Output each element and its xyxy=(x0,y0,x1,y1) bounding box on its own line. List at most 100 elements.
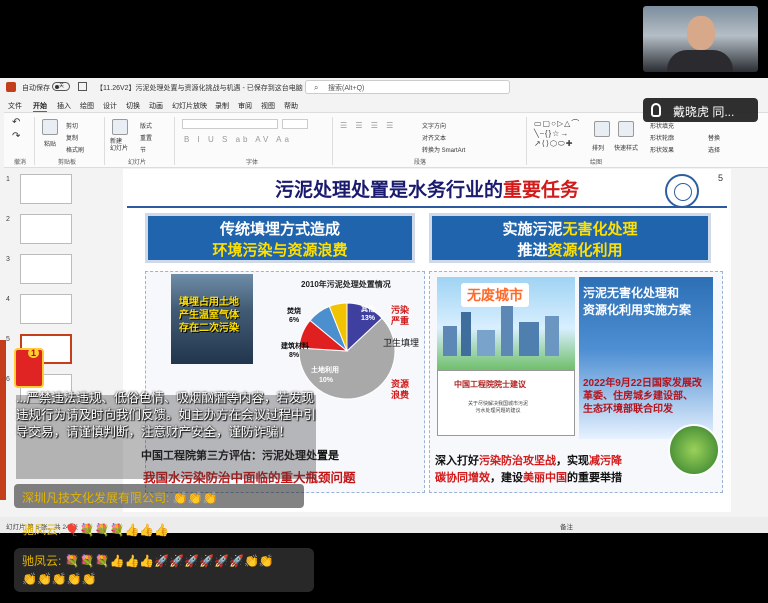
section-button[interactable]: 节 xyxy=(140,145,146,154)
menu-design[interactable]: 设计 xyxy=(103,101,117,111)
menu-animations[interactable]: 动画 xyxy=(149,101,163,111)
arrange-icon[interactable] xyxy=(594,121,610,137)
presenter-video[interactable] xyxy=(643,6,758,72)
separator xyxy=(526,117,527,165)
paragraph-buttons[interactable]: ☰ ☰ ☰ ☰ xyxy=(340,121,396,130)
paste-icon[interactable] xyxy=(42,119,58,135)
menu-review[interactable]: 审阅 xyxy=(238,101,252,111)
shape-fill-button[interactable]: 形状填充 xyxy=(650,121,674,130)
menu-view[interactable]: 视图 xyxy=(261,101,275,111)
measures-highlight: 减污降 xyxy=(589,455,622,467)
group-drawing: 绘图 xyxy=(590,160,603,166)
thumb-number: 6 xyxy=(6,376,10,383)
smartart-button[interactable]: 转换为 SmartArt xyxy=(422,145,465,154)
quick-styles-icon[interactable] xyxy=(618,121,634,137)
font-format-buttons[interactable]: B I U S ab AV Aa xyxy=(184,135,292,144)
thumb-number: 5 xyxy=(6,336,10,343)
building-graphic xyxy=(501,306,513,356)
layout-button[interactable]: 版式 xyxy=(140,121,152,130)
thumb-number: 4 xyxy=(6,296,10,303)
cae-report-document: 中国工程院院士建议 关于尽快解决我国城市污泥 污水处理问题的建议 xyxy=(437,370,575,436)
search-box[interactable]: ⌕ 搜索(Alt+Q) xyxy=(305,80,510,94)
select-button[interactable]: 选择 xyxy=(708,145,720,154)
slice-pct-other: 13% xyxy=(361,315,376,322)
shape-outline-button[interactable]: 形状轮廓 xyxy=(650,133,674,142)
menu-record[interactable]: 录制 xyxy=(215,101,229,111)
comment-user: 驰凤云: xyxy=(22,554,62,568)
screen: 自动保存 关 【11.26V2】污泥处理处置与资源化挑战与机遇 - 已保存到这台… xyxy=(0,0,768,603)
save-icon[interactable] xyxy=(78,82,87,91)
right-header-line1: 实施污泥无害化处理 xyxy=(432,219,708,240)
slide-thumbnail[interactable] xyxy=(20,294,72,324)
group-clipboard: 剪贴板 xyxy=(58,160,77,166)
reset-button[interactable]: 重置 xyxy=(140,133,152,142)
presenter-name-badge: 戴晓虎 同... xyxy=(643,98,758,122)
left-header-line2: 环境污染与资源浪费 xyxy=(212,242,348,259)
separator xyxy=(174,117,175,165)
shapes-gallery[interactable]: ▭▢○▷△⌒ ╲⎯{}☆→ ↗⟨⟩⬡⬭✚ xyxy=(534,119,586,153)
menu-insert[interactable]: 插入 xyxy=(57,101,71,111)
slide-number: 5 xyxy=(717,173,723,183)
undo-icon[interactable]: ↶ xyxy=(12,117,20,128)
presenter-body xyxy=(667,50,733,72)
measures-text-part: 深入打好 xyxy=(435,455,479,467)
format-painter-button[interactable]: 格式刷 xyxy=(66,145,84,154)
slide-thumbnail[interactable] xyxy=(20,214,72,244)
red-packet-icon[interactable]: 1 xyxy=(14,348,44,388)
building-graphic xyxy=(477,330,495,356)
photo-caption: 填埋占用土地 产生温室气体 存在二次污染 xyxy=(179,297,239,334)
measures-text-part: ，建设 xyxy=(490,472,523,484)
replace-button[interactable]: 替换 xyxy=(708,133,720,142)
slice-label-landfill: 卫生填埋 xyxy=(383,337,419,348)
chat-comment: 驰凤云: 🎈💐💐💐👍👍👍 xyxy=(14,516,254,540)
menu-draw[interactable]: 绘图 xyxy=(80,101,94,111)
menu-help[interactable]: 帮助 xyxy=(284,101,298,111)
report-title: 中国工程院院士建议 xyxy=(454,380,526,389)
text-direction-button[interactable]: 文字方向 xyxy=(422,121,446,130)
new-slide-button[interactable]: 新建 幻灯片 xyxy=(110,139,128,153)
copy-button[interactable]: 复制 xyxy=(66,133,78,142)
quick-styles-button[interactable]: 快速样式 xyxy=(614,143,638,152)
title-bar: 自动保存 关 【11.26V2】污泥处理处置与资源化挑战与机遇 - 已保存到这台… xyxy=(0,78,768,96)
building-graphic xyxy=(545,316,559,356)
report-subtitle: 关于尽快解决我国城市污泥 污水处理问题的建议 xyxy=(468,401,529,414)
menu-transitions[interactable]: 切换 xyxy=(126,101,140,111)
slide-thumbnail[interactable] xyxy=(20,254,72,284)
presenter-head xyxy=(687,16,715,50)
red-packet-count: 1 xyxy=(28,348,40,358)
notes-button[interactable]: 备注 xyxy=(560,521,573,531)
presenter-name: 戴晓虎 同... xyxy=(673,105,735,119)
annotation-pollution-1: 污染 xyxy=(391,304,410,315)
building-graphic xyxy=(443,326,457,356)
autosave-toggle[interactable]: 关 xyxy=(52,82,70,91)
font-family-select[interactable] xyxy=(182,119,278,129)
measures-line1: 深入打好污染防治攻坚战，实现减污降 xyxy=(435,453,725,470)
redo-icon[interactable]: ↷ xyxy=(12,131,20,142)
align-text-button[interactable]: 对齐文本 xyxy=(422,133,446,142)
separator xyxy=(332,117,333,165)
measures-line2: 碳协同增效，建设美丽中国的重要举措 xyxy=(435,470,725,487)
paste-button[interactable]: 粘贴 xyxy=(44,139,56,148)
annotation-waste-1: 资源 xyxy=(391,378,409,389)
slide-thumbnail[interactable] xyxy=(20,174,72,204)
new-slide-icon[interactable] xyxy=(112,119,128,135)
separator xyxy=(34,117,35,165)
menu-slideshow[interactable]: 幻灯片放映 xyxy=(172,101,207,111)
waste-free-city-image: 无废城市 xyxy=(437,277,575,370)
cut-button[interactable]: 剪切 xyxy=(66,121,78,130)
annotation-waste-2: 浪费 xyxy=(391,389,409,400)
comment-emojis: 🎈💐💐💐👍👍👍 xyxy=(64,523,170,537)
right-header-text: 实施污泥 xyxy=(502,221,563,238)
arrange-button[interactable]: 排列 xyxy=(592,143,604,152)
left-header: 传统填埋方式造成 环境污染与资源浪费 xyxy=(145,213,415,263)
measures-highlight: 碳协同增效 xyxy=(435,472,490,484)
shape-effects-button[interactable]: 形状效果 xyxy=(650,145,674,154)
menu-file[interactable]: 文件 xyxy=(8,101,22,111)
slice-pct-land: 10% xyxy=(319,377,334,384)
measures-highlight: 美丽中国 xyxy=(523,472,567,484)
slice-label-other: 其他 xyxy=(361,304,375,313)
slice-pct-burn: 6% xyxy=(289,317,300,324)
thumb-number: 1 xyxy=(6,176,10,183)
font-size-select[interactable] xyxy=(282,119,308,129)
group-paragraph: 段落 xyxy=(414,160,427,166)
